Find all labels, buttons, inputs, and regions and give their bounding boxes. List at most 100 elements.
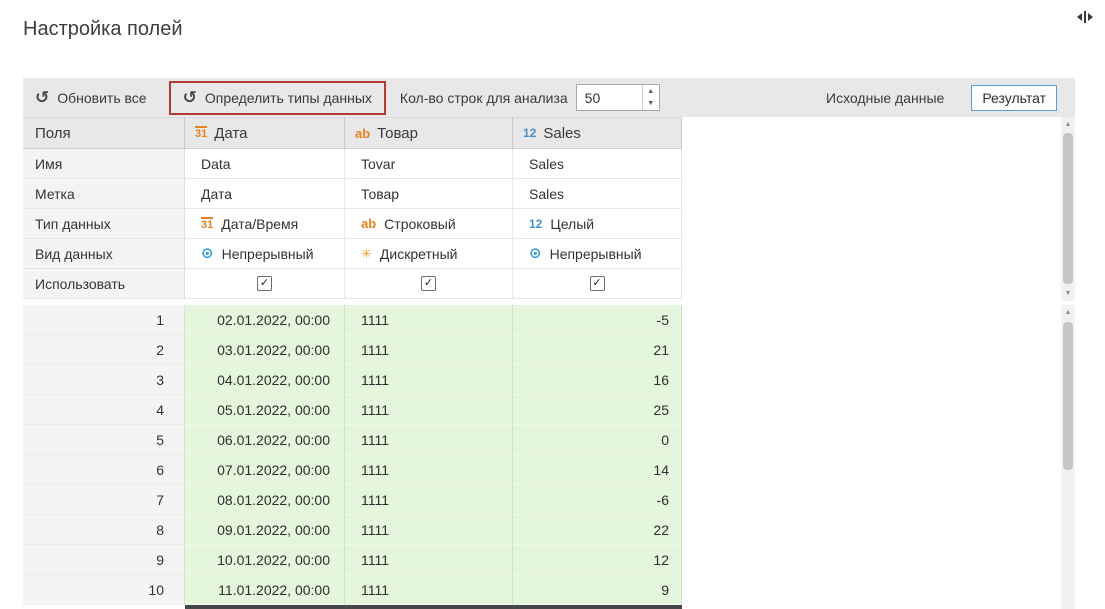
cell-product: 1111	[345, 485, 513, 515]
tab-source-data[interactable]: Исходные данные	[826, 90, 944, 106]
name-cell-sales[interactable]: Sales	[513, 149, 682, 179]
name-cell-product[interactable]: Tovar	[345, 149, 513, 179]
cell-date: 03.01.2022, 00:00	[185, 335, 345, 365]
table-row: 4 05.01.2022, 00:00 1111 25	[23, 395, 682, 425]
column-header-product[interactable]: ab Товар	[345, 117, 513, 149]
caption-cell-date[interactable]: Дата	[185, 179, 345, 209]
table-row: 8 09.01.2022, 00:00 1111 22	[23, 515, 682, 545]
cell-product: 1111	[345, 575, 513, 605]
data-scrollbar[interactable]: ▲	[1061, 305, 1075, 609]
kind-text: Дискретный	[379, 245, 458, 262]
cell-product: 1111	[345, 365, 513, 395]
column-header-date[interactable]: 31 Дата	[185, 117, 345, 149]
cell-sales: 22	[513, 515, 682, 545]
property-label-kind: Вид данных	[23, 239, 185, 269]
detect-types-label: Определить типы данных	[204, 89, 372, 106]
fields-corner-header: Поля	[23, 117, 185, 149]
type-text: Целый	[550, 215, 595, 232]
spinner-buttons[interactable]: ▲ ▼	[641, 85, 659, 111]
table-row: 6 07.01.2022, 00:00 1111 14	[23, 455, 682, 485]
type-cell-sales[interactable]: 12 Целый	[513, 209, 682, 239]
property-row-name: Имя Data Tovar Sales	[23, 149, 682, 179]
cell-date: 07.01.2022, 00:00	[185, 455, 345, 485]
spinner-down-icon[interactable]: ▼	[643, 98, 659, 111]
kind-cell-date[interactable]: ⊙ Непрерывный	[185, 239, 345, 269]
scrollbar-thumb[interactable]	[1063, 322, 1073, 470]
property-row-use: Использовать ✓ ✓ ✓	[23, 269, 682, 299]
detect-types-button[interactable]: ↺ Определить типы данных	[171, 83, 384, 113]
use-cell-sales: ✓	[513, 269, 682, 299]
field-settings-panel: Настройка полей ↺ Обновить все ↺ Определ…	[0, 0, 1105, 609]
row-number: 3	[23, 365, 185, 395]
use-cell-product: ✓	[345, 269, 513, 299]
row-number: 1	[23, 305, 185, 335]
tab-result[interactable]: Результат	[971, 84, 1057, 111]
kind-text: Непрерывный	[549, 245, 642, 262]
cell-date: 09.01.2022, 00:00	[185, 515, 345, 545]
cell-date: 11.01.2022, 00:00	[185, 575, 345, 605]
row-number: 4	[23, 395, 185, 425]
caption-cell-sales[interactable]: Sales	[513, 179, 682, 209]
property-row-type: Тип данных 31 Дата/Время ab Строковый 12…	[23, 209, 682, 239]
kind-cell-sales[interactable]: ⊙ Непрерывный	[513, 239, 682, 269]
scroll-up-icon[interactable]: ▲	[1061, 305, 1075, 320]
scroll-up-icon[interactable]: ▲	[1061, 117, 1075, 132]
type-cell-product[interactable]: ab Строковый	[345, 209, 513, 239]
table-row: 9 10.01.2022, 00:00 1111 12	[23, 545, 682, 575]
row-number: 2	[23, 335, 185, 365]
page-title: Настройка полей	[23, 18, 183, 40]
left-arrow-icon	[1077, 13, 1082, 21]
use-date-checkbox[interactable]: ✓	[257, 276, 272, 291]
cell-product: 1111	[345, 455, 513, 485]
calendar-icon: 31	[195, 126, 208, 140]
calendar-icon: 31	[201, 216, 214, 231]
refresh-all-button[interactable]: ↺ Обновить все	[23, 78, 159, 117]
scroll-down-icon[interactable]: ▼	[1061, 286, 1075, 301]
discrete-icon: ✳	[361, 246, 372, 261]
rows-count-value[interactable]	[576, 85, 642, 110]
name-cell-date[interactable]: Data	[185, 149, 345, 179]
rows-count-label: Кол-во строк для анализа	[399, 89, 568, 106]
cell-product: 1111	[345, 545, 513, 575]
right-arrow-icon	[1088, 13, 1093, 21]
table-row: 5 06.01.2022, 00:00 1111 0	[23, 425, 682, 455]
next-row-partial	[185, 605, 682, 609]
caption-cell-product[interactable]: Товар	[345, 179, 513, 209]
refresh-all-label: Обновить все	[57, 89, 147, 106]
scrollbar-thumb[interactable]	[1063, 133, 1073, 284]
cell-product: 1111	[345, 515, 513, 545]
spinner-up-icon[interactable]: ▲	[643, 85, 659, 98]
rows-count-input[interactable]: ▲ ▼	[575, 84, 660, 111]
use-sales-checkbox[interactable]: ✓	[589, 276, 605, 291]
cell-sales: 21	[513, 335, 682, 365]
type-text: Дата/Время	[221, 215, 299, 232]
kind-cell-product[interactable]: ✳ Дискретный	[345, 239, 513, 269]
integer-type-icon: 12	[523, 126, 537, 140]
row-number: 7	[23, 485, 185, 515]
toolbar: ↺ Обновить все ↺ Определить типы данных …	[23, 78, 1075, 117]
fields-scrollbar[interactable]: ▲ ▼	[1061, 117, 1075, 301]
detect-types-icon: ↺	[182, 88, 197, 107]
field-properties: Имя Data Tovar Sales Метка Дата Товар Sa…	[23, 149, 682, 299]
type-cell-date[interactable]: 31 Дата/Время	[185, 209, 345, 239]
property-label-caption: Метка	[23, 179, 185, 209]
use-product-checkbox[interactable]: ✓	[421, 276, 436, 291]
panel-splitter-icon[interactable]	[1077, 11, 1093, 23]
cell-sales: 12	[513, 545, 682, 575]
continuous-icon: ⊙	[529, 245, 542, 262]
kind-text: Непрерывный	[221, 245, 314, 262]
cell-product: 1111	[345, 395, 513, 425]
table-row: 1 02.01.2022, 00:00 1111 -5	[23, 305, 682, 335]
continuous-icon: ⊙	[201, 245, 214, 262]
use-cell-date: ✓	[185, 269, 345, 299]
table-header-row: Поля 31 Дата ab Товар 12 Sales	[23, 117, 682, 149]
cell-sales: 16	[513, 365, 682, 395]
string-type-icon: ab	[361, 216, 377, 231]
table-row: 3 04.01.2022, 00:00 1111 16	[23, 365, 682, 395]
cell-product: 1111	[345, 335, 513, 365]
column-header-sales[interactable]: 12 Sales	[513, 117, 682, 149]
row-number: 10	[23, 575, 185, 605]
row-number: 8	[23, 515, 185, 545]
type-text: Строковый	[384, 215, 456, 232]
column-header-label: Товар	[377, 124, 418, 142]
